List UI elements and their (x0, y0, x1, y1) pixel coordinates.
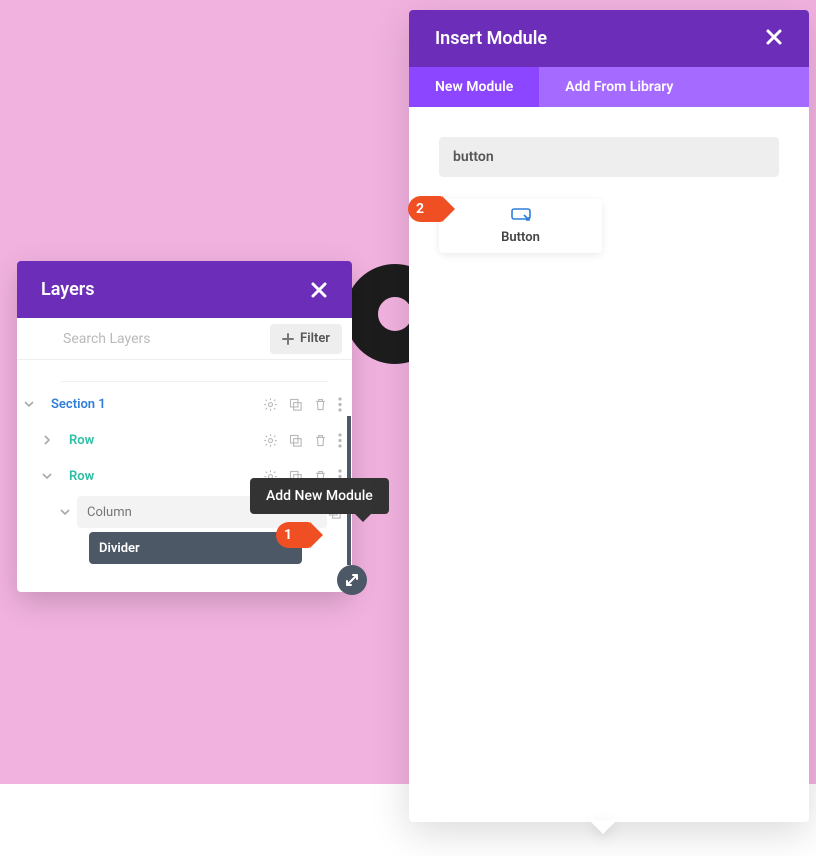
tab-new-module[interactable]: New Module (409, 67, 539, 107)
insert-module-panel: Insert Module New Module Add From Librar… (409, 10, 809, 822)
module-search-input[interactable] (439, 137, 779, 177)
insert-panel-title: Insert Module (435, 28, 765, 49)
insert-panel-header[interactable]: Insert Module (409, 10, 809, 67)
duplicate-icon[interactable] (327, 541, 342, 556)
tree-item-section[interactable]: Section 1 (17, 386, 352, 422)
close-icon[interactable] (310, 281, 328, 299)
module-card-button[interactable]: Button (439, 199, 602, 253)
tree-item-label: Row (69, 433, 94, 448)
panel-pointer-arrow (589, 820, 617, 848)
tree-item-label: Divider (99, 541, 140, 556)
panel-resize-handle[interactable] (337, 565, 367, 595)
close-icon[interactable] (765, 28, 783, 50)
layers-tree: Section 1 Row Row (17, 360, 352, 592)
tab-add-from-library[interactable]: Add From Library (539, 67, 809, 107)
tree-overflow-indicator (61, 368, 328, 382)
more-icon[interactable] (338, 397, 342, 412)
chevron-down-icon[interactable] (53, 507, 77, 517)
tab-label: Add From Library (565, 79, 673, 95)
badge-number: 2 (416, 201, 424, 217)
layers-toolbar: Filter (17, 318, 352, 360)
badge-number: 1 (284, 527, 292, 543)
trash-icon[interactable] (313, 397, 328, 412)
tree-item-label: Row (69, 469, 94, 484)
tooltip-text: Add New Module (266, 488, 373, 504)
trash-icon[interactable] (313, 433, 328, 448)
chevron-down-icon[interactable] (35, 471, 59, 481)
layers-search-input[interactable] (63, 331, 270, 347)
layers-panel-header[interactable]: Layers (17, 261, 352, 318)
tab-label: New Module (435, 79, 513, 95)
plus-icon (282, 333, 294, 345)
duplicate-icon[interactable] (288, 397, 303, 412)
insert-tabs: New Module Add From Library (409, 67, 809, 107)
chevron-down-icon[interactable] (17, 399, 41, 409)
gear-icon[interactable] (263, 433, 278, 448)
duplicate-icon[interactable] (288, 433, 303, 448)
gear-icon[interactable] (263, 397, 278, 412)
filter-label: Filter (300, 331, 330, 346)
modules-grid: Button (439, 199, 779, 253)
add-module-tooltip: Add New Module (250, 478, 389, 514)
module-card-label: Button (501, 230, 540, 245)
annotation-badge-1: 1 (276, 522, 310, 548)
layers-panel-title: Layers (41, 279, 310, 300)
tree-item-label: Section 1 (51, 397, 106, 412)
chevron-right-icon[interactable] (35, 435, 59, 445)
insert-body: Button (409, 107, 809, 283)
tree-item-row[interactable]: Row (17, 422, 352, 458)
filter-button[interactable]: Filter (270, 324, 342, 354)
more-icon[interactable] (338, 433, 342, 448)
button-module-icon (511, 207, 531, 226)
tree-item-label: Column (87, 505, 132, 520)
annotation-badge-2: 2 (408, 196, 442, 222)
